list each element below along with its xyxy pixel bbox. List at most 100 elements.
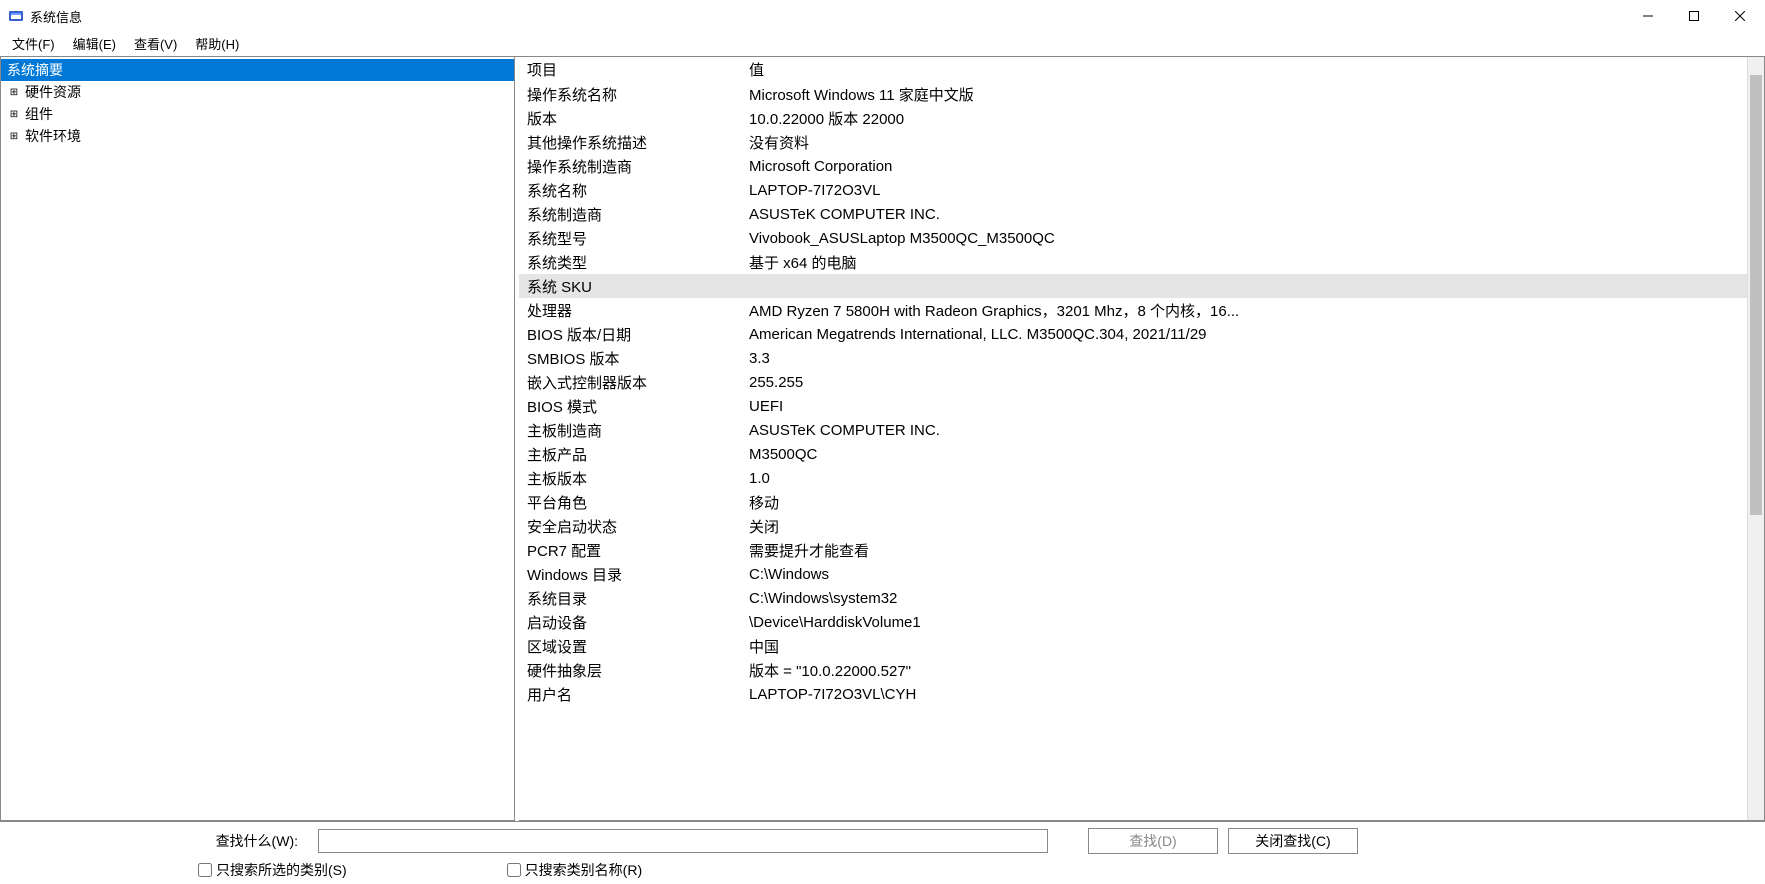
table-row[interactable]: Windows 目录C:\Windows [519,562,1747,586]
row-value: American Megatrends International, LLC. … [741,322,1747,346]
table-row[interactable]: 版本10.0.22000 版本 22000 [519,106,1747,130]
row-key: SMBIOS 版本 [519,346,741,370]
table-row[interactable]: 系统类型基于 x64 的电脑 [519,250,1747,274]
table-row[interactable]: 平台角色移动 [519,490,1747,514]
row-value: 关闭 [741,514,1747,538]
tree-root[interactable]: 系统摘要 [1,59,514,81]
find-button[interactable]: 查找(D) [1088,828,1218,854]
window-controls [1625,0,1763,32]
row-key: BIOS 模式 [519,394,741,418]
table-row[interactable]: 硬件抽象层版本 = "10.0.22000.527" [519,658,1747,682]
row-value: \Device\HarddiskVolume1 [741,610,1747,634]
row-key: 启动设备 [519,610,741,634]
row-key: 硬件抽象层 [519,658,741,682]
row-value: 255.255 [741,370,1747,394]
tree-panel[interactable]: 系统摘要 ⊞ 硬件资源 ⊞ 组件 ⊞ 软件环境 [0,57,515,821]
row-key: 安全启动状态 [519,514,741,538]
close-find-button[interactable]: 关闭查找(C) [1228,828,1358,854]
table-row[interactable]: 用户名LAPTOP-7I72O3VL\CYH [519,682,1747,706]
search-bar: 查找什么(W): 查找(D) 关闭查找(C) 只搜索所选的类别(S) 只搜索类别… [0,821,1765,884]
row-key: Windows 目录 [519,562,741,586]
row-value: Microsoft Windows 11 家庭中文版 [741,82,1747,106]
row-key: 系统名称 [519,178,741,202]
row-key: 处理器 [519,298,741,322]
table-row[interactable]: SMBIOS 版本3.3 [519,346,1747,370]
row-key: 系统目录 [519,586,741,610]
table-row[interactable]: 系统 SKU [519,274,1747,298]
table-row[interactable]: 操作系统制造商Microsoft Corporation [519,154,1747,178]
search-input[interactable] [318,829,1048,853]
row-value: 中国 [741,634,1747,658]
plus-icon[interactable]: ⊞ [7,85,21,99]
row-value: 需要提升才能查看 [741,538,1747,562]
table-row[interactable]: 主板版本1.0 [519,466,1747,490]
table-row[interactable]: 嵌入式控制器版本255.255 [519,370,1747,394]
row-key: PCR7 配置 [519,538,741,562]
table-row[interactable]: 系统制造商ASUSTeK COMPUTER INC. [519,202,1747,226]
row-value: 3.3 [741,346,1747,370]
table-row[interactable]: 主板产品M3500QC [519,442,1747,466]
menu-edit[interactable]: 编辑(E) [65,32,124,55]
row-value: ASUSTeK COMPUTER INC. [741,418,1747,442]
menu-file[interactable]: 文件(F) [4,32,63,55]
table-row[interactable]: 系统型号Vivobook_ASUSLaptop M3500QC_M3500QC [519,226,1747,250]
maximize-button[interactable] [1671,0,1717,32]
only-selected-checkbox[interactable]: 只搜索所选的类别(S) [198,860,347,880]
table-row[interactable]: BIOS 版本/日期American Megatrends Internatio… [519,322,1747,346]
row-key: 系统类型 [519,250,741,274]
row-key: 其他操作系统描述 [519,130,741,154]
menubar: 文件(F) 编辑(E) 查看(V) 帮助(H) [0,32,1765,56]
row-value: 1.0 [741,466,1747,490]
minimize-button[interactable] [1625,0,1671,32]
only-category-names-checkbox[interactable]: 只搜索类别名称(R) [507,860,642,880]
table-row[interactable]: 操作系统名称Microsoft Windows 11 家庭中文版 [519,82,1747,106]
row-value: 移动 [741,490,1747,514]
row-value: 10.0.22000 版本 22000 [741,106,1747,130]
search-label: 查找什么(W): [8,831,308,851]
row-value: Microsoft Corporation [741,154,1747,178]
detail-panel: 项目 值 操作系统名称Microsoft Windows 11 家庭中文版版本1… [519,57,1765,821]
row-key: 平台角色 [519,490,741,514]
table-row[interactable]: 系统目录C:\Windows\system32 [519,586,1747,610]
row-value: 版本 = "10.0.22000.527" [741,658,1747,682]
row-key: 主板制造商 [519,418,741,442]
tree-root-label: 系统摘要 [5,60,65,80]
table-row[interactable]: 系统名称LAPTOP-7I72O3VL [519,178,1747,202]
menu-view[interactable]: 查看(V) [126,32,185,55]
row-key: BIOS 版本/日期 [519,322,741,346]
tree-child-hardware[interactable]: ⊞ 硬件资源 [1,81,514,103]
table-row[interactable]: 其他操作系统描述没有资料 [519,130,1747,154]
row-key: 主板版本 [519,466,741,490]
column-header-value[interactable]: 值 [741,57,1747,82]
table-row[interactable]: 主板制造商ASUSTeK COMPUTER INC. [519,418,1747,442]
tree-child-software[interactable]: ⊞ 软件环境 [1,125,514,147]
tree-label: 硬件资源 [23,82,83,102]
row-key: 用户名 [519,682,741,706]
content-area: 系统摘要 ⊞ 硬件资源 ⊞ 组件 ⊞ 软件环境 项目 值 操作系统名称Mic [0,56,1765,821]
tree-label: 组件 [23,104,55,124]
row-value: ASUSTeK COMPUTER INC. [741,202,1747,226]
table-row[interactable]: PCR7 配置需要提升才能查看 [519,538,1747,562]
plus-icon[interactable]: ⊞ [7,129,21,143]
tree-child-components[interactable]: ⊞ 组件 [1,103,514,125]
column-header-key[interactable]: 项目 [519,57,741,82]
row-value [741,274,1747,298]
menu-help[interactable]: 帮助(H) [187,32,247,55]
tree-label: 软件环境 [23,126,83,146]
table-row[interactable]: 处理器AMD Ryzen 7 5800H with Radeon Graphic… [519,298,1747,322]
row-key: 嵌入式控制器版本 [519,370,741,394]
table-row[interactable]: 区域设置中国 [519,634,1747,658]
scrollbar-thumb[interactable] [1750,75,1762,515]
plus-icon[interactable]: ⊞ [7,107,21,121]
checkbox-only-category-names[interactable] [507,863,521,877]
checkbox-only-selected[interactable] [198,863,212,877]
row-key: 操作系统名称 [519,82,741,106]
table-row[interactable]: 安全启动状态关闭 [519,514,1747,538]
vertical-scrollbar[interactable] [1747,57,1764,820]
row-value: 没有资料 [741,130,1747,154]
close-button[interactable] [1717,0,1763,32]
table-row[interactable]: BIOS 模式UEFI [519,394,1747,418]
detail-list[interactable]: 项目 值 操作系统名称Microsoft Windows 11 家庭中文版版本1… [519,57,1747,820]
titlebar: 系统信息 [0,0,1765,32]
table-row[interactable]: 启动设备\Device\HarddiskVolume1 [519,610,1747,634]
